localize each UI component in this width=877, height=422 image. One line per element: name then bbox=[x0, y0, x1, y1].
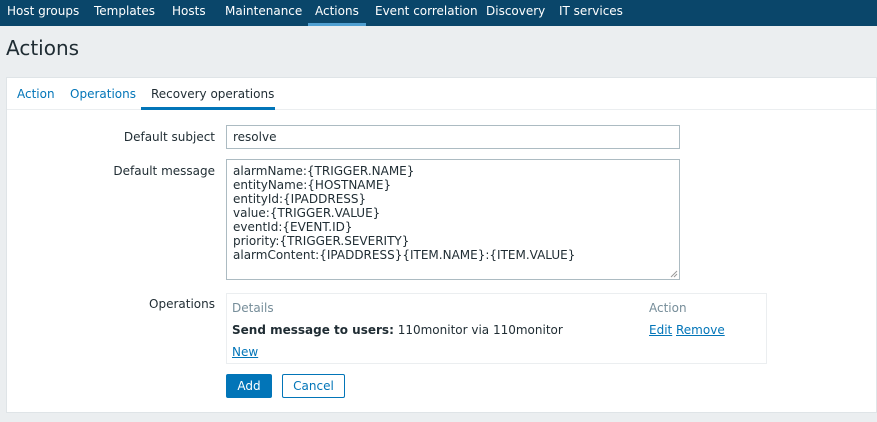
operations-header-details: Details bbox=[232, 301, 274, 315]
operations-table: Details Action Send message to users: 11… bbox=[226, 293, 767, 364]
default-subject-label: Default subject bbox=[123, 130, 215, 144]
message-line: alarmName:{TRIGGER.NAME} bbox=[233, 164, 415, 178]
nav-discovery[interactable]: Discovery bbox=[486, 0, 545, 26]
operation-details: 110monitor via 110monitor bbox=[393, 323, 563, 337]
default-message-textarea[interactable]: alarmName:{TRIGGER.NAME} entityName:{HOS… bbox=[226, 159, 680, 280]
cancel-button[interactable]: Cancel bbox=[282, 374, 345, 398]
message-line: entityId:{IPADDRESS} bbox=[233, 192, 367, 206]
operations-header-action: Action bbox=[649, 301, 687, 315]
nav-templates[interactable]: Templates bbox=[94, 0, 155, 26]
default-subject-input[interactable] bbox=[226, 125, 680, 149]
table-row: Send message to users: 110monitor via 11… bbox=[232, 323, 563, 337]
message-line: eventId:{EVENT.ID} bbox=[233, 220, 353, 234]
tab-action[interactable]: Action bbox=[17, 87, 55, 101]
message-line: value:{TRIGGER.VALUE} bbox=[233, 206, 381, 220]
action-form-panel: Action Operations Recovery operations De… bbox=[6, 77, 877, 413]
form-tabs: Action Operations Recovery operations bbox=[7, 78, 876, 110]
remove-operation-link[interactable]: Remove bbox=[676, 323, 725, 337]
nav-hosts[interactable]: Hosts bbox=[172, 0, 206, 26]
nav-host-groups[interactable]: Host groups bbox=[7, 0, 79, 26]
default-message-label: Default message bbox=[113, 164, 215, 178]
resize-handle-icon[interactable] bbox=[670, 270, 678, 278]
message-line: entityName:{HOSTNAME} bbox=[233, 178, 392, 192]
tab-recovery-operations[interactable]: Recovery operations bbox=[151, 87, 274, 101]
active-tab-indicator bbox=[141, 107, 275, 110]
nav-actions[interactable]: Actions bbox=[308, 0, 366, 26]
operations-label: Operations bbox=[149, 297, 215, 311]
nav-maintenance[interactable]: Maintenance bbox=[225, 0, 302, 26]
nav-event-correlation[interactable]: Event correlation bbox=[375, 0, 478, 26]
message-line: alarmContent:{IPADDRESS}{ITEM.NAME}:{ITE… bbox=[233, 248, 576, 262]
operation-type: Send message to users: bbox=[232, 323, 394, 337]
page-title: Actions bbox=[6, 36, 80, 60]
nav-it-services[interactable]: IT services bbox=[559, 0, 623, 26]
top-navigation: Host groups Templates Hosts Maintenance … bbox=[0, 0, 877, 26]
new-operation-link[interactable]: New bbox=[232, 345, 258, 359]
tab-operations[interactable]: Operations bbox=[70, 87, 136, 101]
edit-operation-link[interactable]: Edit bbox=[649, 323, 672, 337]
message-line: priority:{TRIGGER.SEVERITY} bbox=[233, 234, 410, 248]
add-button[interactable]: Add bbox=[226, 374, 272, 398]
